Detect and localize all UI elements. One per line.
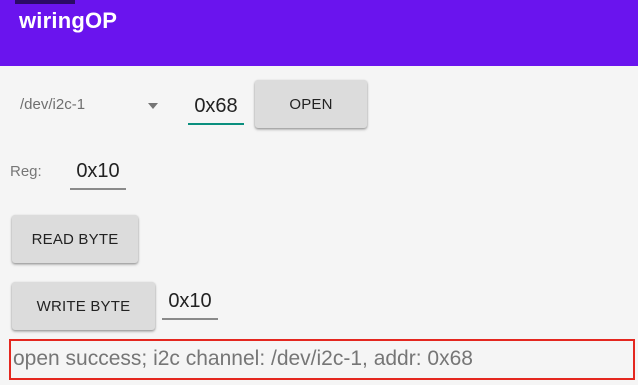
write-value-input[interactable]: 0x10 bbox=[162, 290, 218, 320]
write-value-input-value: 0x10 bbox=[168, 290, 212, 312]
app-bar: wiringOP bbox=[0, 0, 638, 66]
write-byte-button-label: WRITE BYTE bbox=[36, 297, 131, 315]
address-input[interactable]: 0x68 bbox=[188, 95, 244, 125]
open-button[interactable]: OPEN bbox=[255, 80, 367, 128]
register-input[interactable]: 0x10 bbox=[70, 160, 126, 190]
app-title: wiringOP bbox=[19, 8, 118, 33]
read-byte-button-label: READ BYTE bbox=[31, 230, 119, 248]
read-byte-button[interactable]: READ BYTE bbox=[12, 215, 138, 263]
address-input-value: 0x68 bbox=[194, 95, 238, 117]
dropdown-arrow-icon bbox=[148, 103, 158, 109]
register-input-value: 0x10 bbox=[76, 160, 120, 182]
status-text: open success; i2c channel: /dev/i2c-1, a… bbox=[13, 347, 473, 370]
write-byte-button[interactable]: WRITE BYTE bbox=[12, 282, 155, 330]
status-box: open success; i2c channel: /dev/i2c-1, a… bbox=[9, 339, 635, 380]
device-spinner[interactable]: /dev/i2c-1 bbox=[16, 92, 176, 122]
reg-label: Reg: bbox=[10, 163, 42, 180]
open-button-label: OPEN bbox=[289, 95, 333, 113]
device-spinner-value: /dev/i2c-1 bbox=[20, 96, 86, 113]
status-strip bbox=[15, 0, 75, 4]
